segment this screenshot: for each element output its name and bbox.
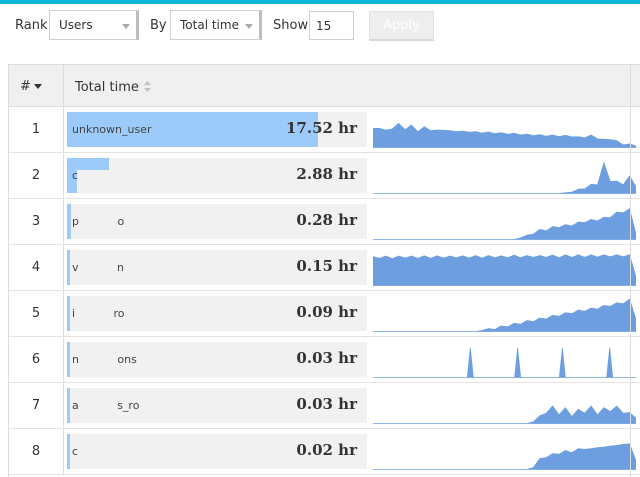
rank-cell: 3 (9, 199, 64, 244)
controls-bar: Rank Users By Total time Show Apply (0, 4, 640, 50)
user-name[interactable]: unknown_user (72, 123, 151, 136)
by-select[interactable]: Total time (170, 10, 262, 40)
total-time-value: 0.02 hr (296, 441, 357, 459)
user-name[interactable]: v n (72, 261, 124, 274)
total-time-value: 17.52 hr (285, 119, 357, 137)
total-time-cell: v n 0.15 hr (67, 250, 367, 285)
total-time-cell: n ons 0.03 hr (67, 342, 367, 377)
table-row[interactable]: 7 a s_ro 0.03 hr (9, 383, 640, 429)
activity-sparkline (373, 387, 636, 424)
rank-label: Rank (15, 18, 48, 33)
sparkline-chart (373, 298, 636, 332)
chevron-down-icon (122, 24, 130, 29)
total-time-cell: a s_ro 0.03 hr (67, 388, 367, 423)
user-name[interactable]: p o (72, 215, 124, 228)
rank-cell: 5 (9, 291, 64, 336)
total-time-cell: p o 0.28 hr (67, 204, 367, 239)
show-count-input[interactable] (309, 11, 354, 40)
sparkline-area (373, 122, 636, 148)
sort-icon (144, 81, 151, 92)
activity-sparkline (373, 341, 636, 378)
rank-header-label: # (20, 79, 31, 94)
sparkline-chart (373, 122, 636, 148)
user-name[interactable]: n ons (72, 353, 137, 366)
total-time-value: 2.88 hr (296, 165, 357, 183)
activity-sparkline (373, 249, 636, 286)
table-row[interactable]: 6 n ons 0.03 hr (9, 337, 640, 383)
table-header: # Total time (9, 64, 640, 107)
sparkline-area (373, 443, 636, 470)
sparkline-chart (373, 347, 636, 378)
total-time-cell: c 0.02 hr (67, 434, 367, 469)
rank-cell: 2 (9, 153, 64, 198)
sparkline-chart (373, 443, 636, 470)
sparkline-area (373, 254, 636, 286)
rank-select-value: Users (59, 18, 93, 32)
sparkline-area (373, 347, 636, 378)
rank-cell: 6 (9, 337, 64, 382)
total-time-value: 0.09 hr (296, 303, 357, 321)
by-select-value: Total time (180, 18, 239, 32)
table-right-border (630, 64, 631, 477)
rank-select[interactable]: Users (49, 10, 139, 40)
sparkline-chart (373, 161, 636, 194)
rank-cell: 8 (9, 429, 64, 474)
show-label: Show (273, 18, 309, 33)
rank-column-header[interactable]: # (9, 65, 64, 107)
sparkline-chart (373, 405, 636, 424)
total-time-cell: i ro 0.09 hr (67, 296, 367, 331)
table-row[interactable]: 1 unknown_user 17.52 hr (9, 107, 640, 153)
activity-sparkline (373, 203, 636, 240)
share-bar (67, 250, 70, 285)
user-name[interactable]: c (72, 169, 78, 182)
activity-sparkline (373, 433, 636, 470)
total-time-value: 0.28 hr (296, 211, 357, 229)
share-bar (67, 342, 70, 377)
total-time-cell: unknown_user 17.52 hr (67, 112, 367, 147)
activity-sparkline (373, 157, 636, 194)
table-row[interactable]: 5 i ro 0.09 hr (9, 291, 640, 337)
table-row[interactable]: 4 v n 0.15 hr (9, 245, 640, 291)
user-name[interactable]: c (72, 445, 78, 458)
sparkline-area (373, 208, 636, 240)
rank-cell: 4 (9, 245, 64, 290)
sparkline-area (373, 405, 636, 424)
table-row[interactable]: 3 p o 0.28 hr (9, 199, 640, 245)
rank-cell: 7 (9, 383, 64, 428)
chevron-down-icon (245, 24, 253, 29)
table-row[interactable]: 8 c 0.02 hr (9, 429, 640, 475)
user-name[interactable]: i ro (72, 307, 125, 320)
sparkline-chart (373, 208, 636, 240)
share-bar (67, 296, 70, 331)
sort-desc-icon (34, 84, 42, 89)
share-bar (67, 204, 71, 239)
share-bar (67, 434, 70, 469)
sparkline-chart (373, 254, 636, 286)
sparkline-area (373, 298, 636, 332)
total-time-cell: c 2.88 hr (67, 158, 367, 193)
activity-sparkline (373, 295, 636, 332)
activity-sparkline (373, 111, 636, 148)
share-bar (67, 388, 70, 423)
rank-cell: 1 (9, 107, 64, 152)
by-label: By (150, 18, 167, 33)
results-table: # Total time 1 unknown_user 17.52 hr 2 c 2.88… (8, 64, 640, 477)
user-name[interactable]: a s_ro (72, 399, 139, 412)
total-time-value: 0.03 hr (296, 349, 357, 367)
total-time-value: 0.03 hr (296, 395, 357, 413)
table-row[interactable]: 2 c 2.88 hr (9, 153, 640, 199)
total-time-header-label: Total time (75, 80, 139, 95)
sparkline-area (373, 161, 636, 194)
total-time-value: 0.15 hr (296, 257, 357, 275)
apply-button[interactable]: Apply (369, 11, 434, 41)
